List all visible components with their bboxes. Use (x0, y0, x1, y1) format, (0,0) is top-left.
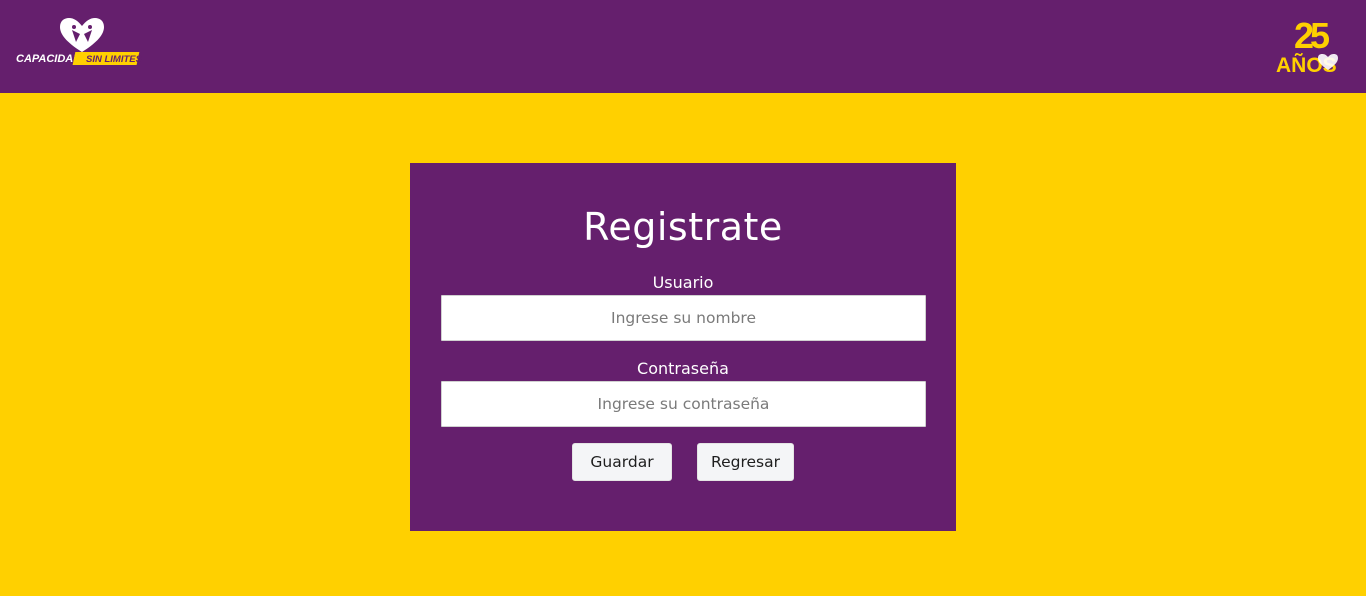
logo-word-sin-limites: SIN LIMITES (86, 54, 143, 65)
heart-icon (60, 18, 104, 52)
username-input[interactable] (441, 295, 926, 341)
password-input[interactable] (441, 381, 926, 427)
logo-number-25: 25 (1294, 15, 1330, 56)
back-button[interactable]: Regresar (697, 443, 794, 481)
logo-word-capacidad: CAPACIDAD (16, 53, 81, 65)
capacidad-sin-limites-logo[interactable]: CAPACIDAD SIN LIMITES (14, 16, 150, 68)
save-button[interactable]: Guardar (572, 443, 672, 481)
username-label: Usuario (652, 273, 714, 292)
password-label: Contraseña (637, 359, 729, 378)
top-bar: CAPACIDAD SIN LIMITES 25 AÑOS (0, 0, 1366, 93)
25-anos-logo: 25 AÑOS (1276, 15, 1338, 76)
page-title: Registrate (583, 205, 783, 249)
